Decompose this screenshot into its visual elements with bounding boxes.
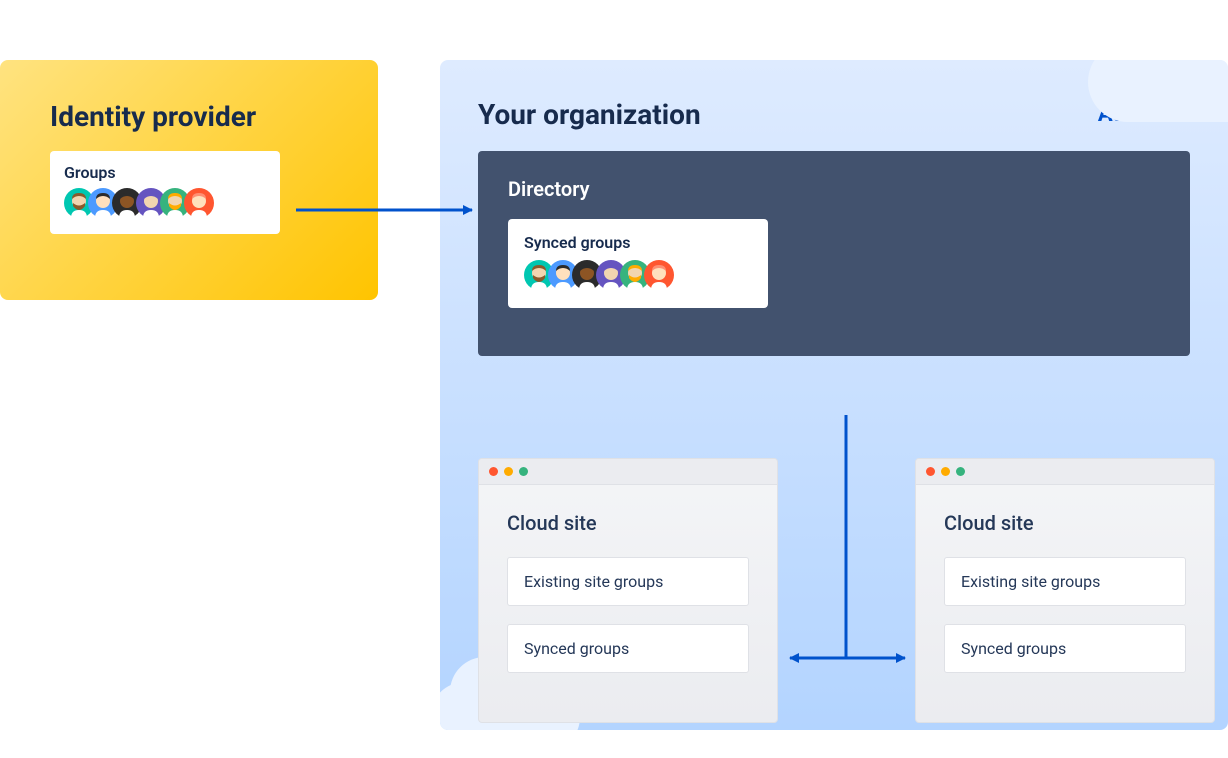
idp-groups-label: Groups — [64, 163, 266, 182]
cloud-site-card: Cloud site Existing site groups Synced g… — [478, 458, 778, 723]
identity-provider-panel: Identity provider Groups — [0, 60, 378, 300]
identity-provider-title: Identity provider — [50, 100, 328, 133]
site-existing-groups-row: Existing site groups — [944, 557, 1186, 606]
window-titlebar — [916, 459, 1214, 485]
cloud-site-card: Cloud site Existing site groups Synced g… — [915, 458, 1215, 723]
directory-title: Directory — [508, 177, 1160, 201]
cloud-site-title: Cloud site — [944, 511, 1186, 535]
window-titlebar — [479, 459, 777, 485]
site-synced-groups-row: Synced groups — [944, 624, 1186, 673]
directory-synced-groups-label: Synced groups — [524, 233, 752, 252]
site-existing-groups-row: Existing site groups — [507, 557, 749, 606]
organization-header: Your organization Atlassian — [478, 98, 1190, 131]
cloud-decoration — [1088, 60, 1228, 122]
window-close-dot — [926, 467, 935, 476]
avatar-icon — [644, 260, 674, 290]
directory-panel: Directory Synced groups — [478, 151, 1190, 356]
window-minimize-dot — [941, 467, 950, 476]
window-maximize-dot — [956, 467, 965, 476]
organization-title: Your organization — [478, 98, 701, 131]
site-synced-groups-row: Synced groups — [507, 624, 749, 673]
cloud-site-title: Cloud site — [507, 511, 749, 535]
directory-avatar-group — [524, 260, 752, 290]
idp-avatar-group — [64, 188, 266, 218]
window-maximize-dot — [519, 467, 528, 476]
window-minimize-dot — [504, 467, 513, 476]
diagram-canvas: Identity provider Groups — [0, 0, 1228, 758]
window-close-dot — [489, 467, 498, 476]
directory-synced-groups-card: Synced groups — [508, 219, 768, 308]
organization-panel: Your organization Atlassian Directory Sy… — [440, 60, 1228, 730]
idp-groups-card: Groups — [50, 151, 280, 234]
avatar-icon — [184, 188, 214, 218]
